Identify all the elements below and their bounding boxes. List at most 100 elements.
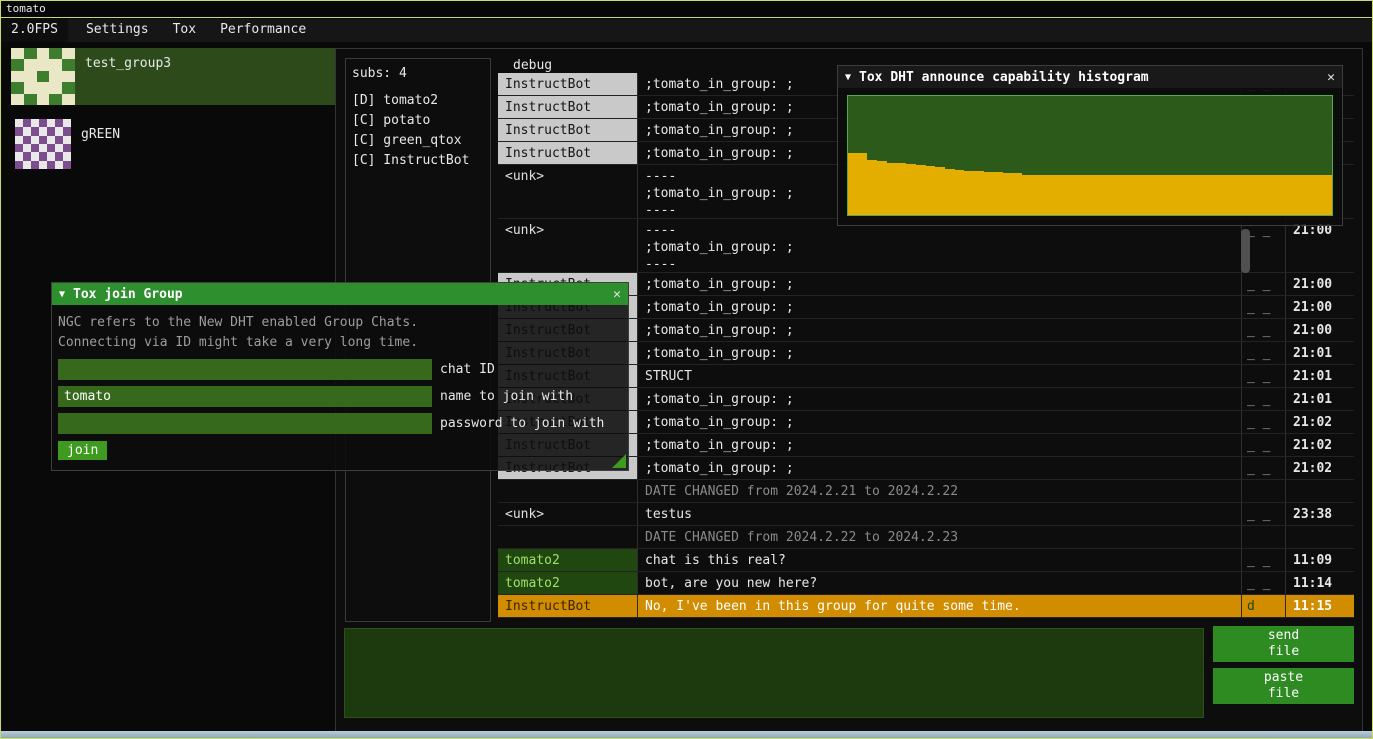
message-time: 21:02 — [1286, 434, 1354, 456]
message-flags: _ _ — [1242, 549, 1286, 571]
message-sender: <unk> — [498, 219, 638, 272]
message-row[interactable]: <unk>testus_ _23:38 — [498, 503, 1354, 526]
message-time — [1286, 526, 1354, 548]
member-item[interactable]: [C] green_qtox — [352, 131, 484, 151]
histogram-bar — [1110, 175, 1120, 215]
histogram-bar — [1226, 175, 1236, 215]
collapse-arrow-icon[interactable]: ▼ — [845, 72, 851, 83]
dht-histogram-plot — [847, 95, 1333, 216]
menu-item-performance[interactable]: Performance — [208, 19, 318, 42]
paste-file-button[interactable]: paste file — [1213, 668, 1354, 704]
join-password-input[interactable] — [58, 413, 432, 434]
message-text: No, I've been in this group for quite so… — [638, 595, 1242, 617]
message-text: bot, are you new here? — [638, 572, 1242, 594]
group-name: gREEN — [81, 127, 120, 142]
group-item-gREEN[interactable]: gREEN — [15, 119, 336, 169]
message-flags: _ _ — [1242, 342, 1286, 364]
join-description-line2: Connecting via ID might take a very long… — [58, 333, 622, 353]
message-sender: <unk> — [498, 503, 638, 525]
message-flags: _ _ — [1242, 296, 1286, 318]
join-description-line1: NGC refers to the New DHT enabled Group … — [58, 313, 622, 333]
message-time: 11:15 — [1286, 595, 1354, 617]
histogram-bar — [1168, 175, 1178, 215]
message-time: 11:09 — [1286, 549, 1354, 571]
dht-histogram-titlebar[interactable]: ▼ Tox DHT announce capability histogram … — [838, 66, 1342, 88]
collapse-arrow-icon[interactable]: ▼ — [59, 289, 65, 300]
histogram-bar — [1129, 175, 1139, 215]
histogram-bar — [1265, 175, 1275, 215]
histogram-bar — [1090, 175, 1100, 215]
histogram-bar — [916, 165, 926, 215]
join-name-input[interactable] — [58, 386, 432, 407]
menu-item-tox[interactable]: Tox — [161, 19, 208, 42]
close-icon[interactable]: ✕ — [613, 287, 621, 302]
chat-tab-label[interactable]: debug — [513, 58, 552, 73]
message-sender: InstructBot — [498, 73, 638, 95]
message-time: 11:14 — [1286, 572, 1354, 594]
message-time: 21:00 — [1286, 219, 1354, 272]
message-time: 23:38 — [1286, 503, 1354, 525]
window-title-bar[interactable]: tomato — [1, 1, 1372, 18]
message-row[interactable]: <unk>---- ;tomato_in_group: ; ----_ _21:… — [498, 219, 1354, 273]
group-avatar — [15, 119, 71, 169]
message-row[interactable]: DATE CHANGED from 2024.2.21 to 2024.2.22 — [498, 480, 1354, 503]
histogram-bar — [1255, 175, 1265, 215]
message-row[interactable]: InstructBotNo, I've been in this group f… — [498, 595, 1354, 618]
message-sender: <unk> — [498, 165, 638, 218]
message-sender: InstructBot — [498, 595, 638, 617]
member-item[interactable]: [C] potato — [352, 111, 484, 131]
fps-counter: 2.0FPS — [1, 19, 68, 42]
window-title: tomato — [6, 2, 46, 15]
group-item-test_group3[interactable]: test_group3 — [11, 48, 336, 105]
message-sender — [498, 526, 638, 548]
close-icon[interactable]: ✕ — [1327, 70, 1335, 85]
send-file-button[interactable]: send file — [1213, 626, 1354, 662]
message-time: 21:01 — [1286, 388, 1354, 410]
join-password-label: password to join with — [440, 416, 604, 431]
histogram-bar — [1236, 175, 1246, 215]
join-button[interactable]: join — [58, 441, 107, 460]
histogram-bar — [1042, 175, 1052, 215]
message-sender: tomato2 — [498, 549, 638, 571]
member-item[interactable]: [D] tomato2 — [352, 91, 484, 111]
message-sender: tomato2 — [498, 572, 638, 594]
histogram-bar — [1148, 175, 1158, 215]
histogram-bar — [896, 163, 906, 215]
histogram-bar — [1294, 175, 1304, 215]
menu-item-settings[interactable]: Settings — [74, 19, 161, 42]
message-text: ;tomato_in_group: ; — [638, 319, 1242, 341]
message-input[interactable] — [344, 628, 1204, 718]
message-text: ;tomato_in_group: ; — [638, 411, 1242, 433]
resize-grip[interactable] — [612, 454, 626, 468]
message-text: testus — [638, 503, 1242, 525]
histogram-bar — [1245, 175, 1255, 215]
message-row[interactable]: tomato2chat is this real?_ _11:09 — [498, 549, 1354, 572]
menu-bar: 2.0FPS Settings Tox Performance — [1, 19, 1372, 42]
chat-id-input[interactable] — [58, 359, 432, 380]
message-row[interactable]: tomato2bot, are you new here?_ _11:14 — [498, 572, 1354, 595]
message-text: ;tomato_in_group: ; — [638, 273, 1242, 295]
chat-scrollbar-thumb[interactable] — [1241, 229, 1250, 273]
histogram-bar — [1187, 175, 1197, 215]
message-flags: d — [1242, 595, 1286, 617]
member-item[interactable]: [C] InstructBot — [352, 151, 484, 171]
histogram-bar — [1013, 173, 1023, 215]
histogram-bar — [1197, 175, 1207, 215]
dht-histogram-window: ▼ Tox DHT announce capability histogram … — [837, 65, 1343, 226]
message-flags: _ _ — [1242, 319, 1286, 341]
histogram-bar — [1022, 175, 1032, 215]
histogram-bar — [1100, 175, 1110, 215]
histogram-bar — [1323, 175, 1333, 215]
message-flags: _ _ — [1242, 457, 1286, 479]
join-group-titlebar[interactable]: ▼ Tox join Group ✕ — [52, 283, 628, 305]
member-list: [D] tomato2[C] potato[C] green_qtox[C] I… — [352, 91, 484, 171]
histogram-bar — [887, 163, 897, 215]
histogram-bar — [1303, 175, 1313, 215]
message-flags: _ _ — [1242, 503, 1286, 525]
message-row[interactable]: DATE CHANGED from 2024.2.22 to 2024.2.23 — [498, 526, 1354, 549]
join-group-body: NGC refers to the New DHT enabled Group … — [52, 305, 628, 460]
subs-count-header: subs: 4 — [352, 66, 484, 81]
histogram-bar — [984, 172, 994, 215]
histogram-bar — [974, 171, 984, 215]
message-time: 21:02 — [1286, 411, 1354, 433]
